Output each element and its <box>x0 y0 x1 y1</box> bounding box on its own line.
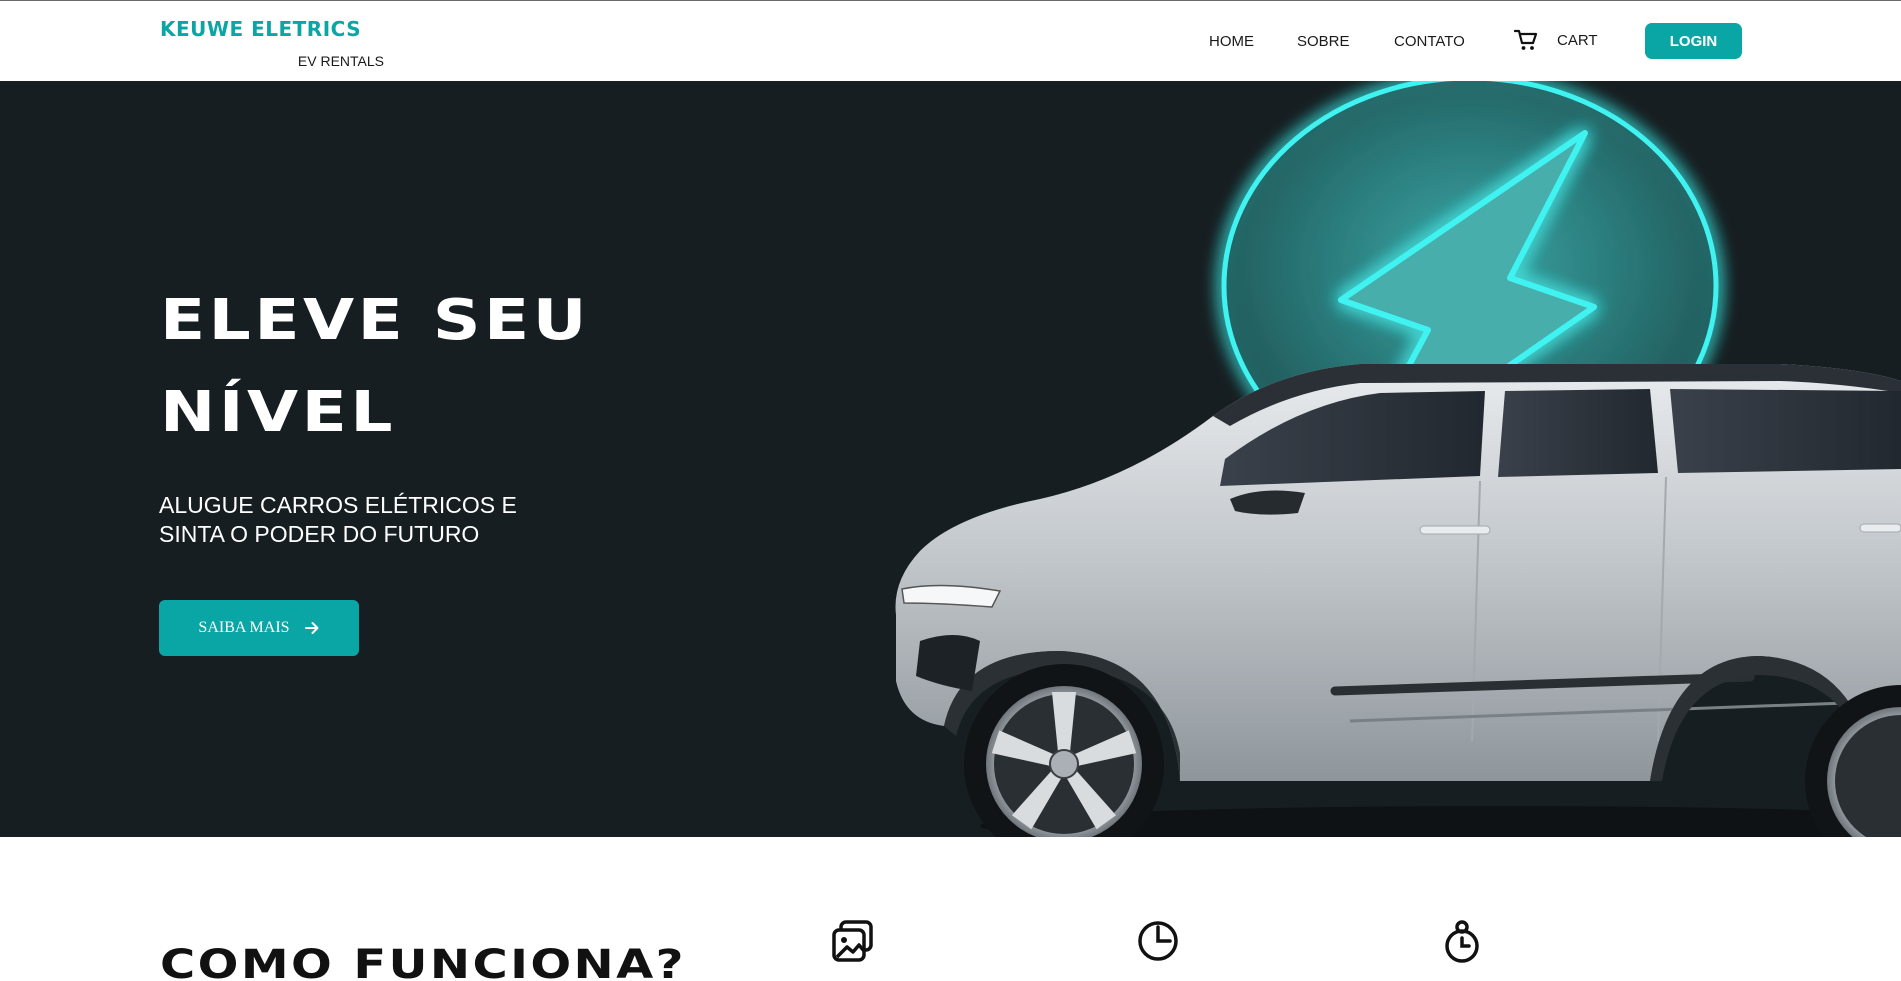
hero-title: ELEVE SEU NÍVEL <box>160 275 590 459</box>
hero-subtitle: ALUGUE CARROS ELÉTRICOS E SINTA O PODER … <box>159 491 579 549</box>
arrow-right-icon <box>304 622 319 634</box>
how-it-works-title: COMO FUNCIONA? <box>160 942 686 981</box>
stopwatch-icon <box>1445 920 1479 963</box>
how-it-works-section: COMO FUNCIONA? <box>0 837 1901 981</box>
login-button[interactable]: LOGIN <box>1645 23 1742 59</box>
hero-subtitle-line-1: ALUGUE CARROS ELÉTRICOS E <box>159 492 517 518</box>
hero-title-line-1: ELEVE SEU <box>160 288 590 353</box>
brand-name: KEUWE ELETRICS <box>160 17 362 41</box>
saiba-mais-label: SAIBA MAIS <box>198 619 290 636</box>
brand-tagline: EV RENTALS <box>297 53 384 69</box>
hero-subtitle-line-2: SINTA O PODER DO FUTURO <box>159 521 480 547</box>
electric-car-image <box>895 364 1901 837</box>
nav-sobre-link[interactable]: SOBRE <box>1297 33 1350 50</box>
hero-title-line-2: NÍVEL <box>160 380 396 445</box>
navbar: KEUWE ELETRICS EV RENTALS HOME SOBRE CON… <box>0 1 1901 81</box>
nav-contato-link[interactable]: CONTATO <box>1394 33 1465 50</box>
cart-label: CART <box>1557 31 1598 49</box>
cart-icon <box>1514 29 1538 50</box>
hero-section: ELEVE SEU NÍVEL ALUGUE CARROS ELÉTRICOS … <box>0 81 1901 837</box>
brand-logo[interactable]: KEUWE ELETRICS EV RENTALS <box>160 17 384 73</box>
photos-icon <box>832 920 873 962</box>
cart-link[interactable]: CART <box>1514 29 1598 51</box>
clock-icon <box>1138 921 1178 961</box>
saiba-mais-button[interactable]: SAIBA MAIS <box>159 600 359 656</box>
nav-home-link[interactable]: HOME <box>1209 33 1254 50</box>
hero-art <box>895 81 1901 837</box>
